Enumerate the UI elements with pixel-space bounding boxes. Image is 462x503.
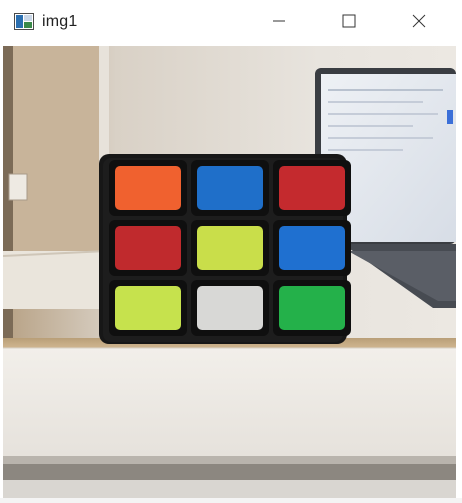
cube-sticker-r1-c1 (197, 226, 263, 270)
wall-object (8, 173, 28, 201)
cube-sticker-r1-c0 (115, 226, 181, 270)
maximize-button[interactable] (326, 0, 372, 46)
minimize-button[interactable] (256, 0, 302, 46)
rubiks-cube (99, 154, 351, 344)
shelf-front (3, 348, 456, 456)
cube-sticker-r1-c2 (279, 226, 345, 270)
cube-sticker-r0-c2 (279, 166, 345, 210)
app-icon (14, 13, 34, 30)
maximize-icon (342, 14, 356, 33)
close-button[interactable] (396, 0, 442, 46)
close-icon (412, 14, 426, 33)
image-viewer-window: img1 (0, 0, 462, 503)
window-bottom-border (0, 498, 462, 503)
window-title: img1 (42, 13, 78, 30)
cube-sticker-r0-c1 (197, 166, 263, 210)
left-stand (3, 251, 107, 309)
minimize-icon (272, 14, 286, 33)
image-canvas (3, 46, 456, 498)
cube-sticker-r2-c0 (115, 286, 181, 330)
cube-sticker-r0-c0 (115, 166, 181, 210)
title-bar[interactable]: img1 (0, 0, 462, 46)
rubiks-cube-photo (3, 46, 456, 498)
cube-sticker-r2-c2 (279, 286, 345, 330)
cube-sticker-r2-c1 (197, 286, 263, 330)
door-panel (13, 46, 99, 251)
